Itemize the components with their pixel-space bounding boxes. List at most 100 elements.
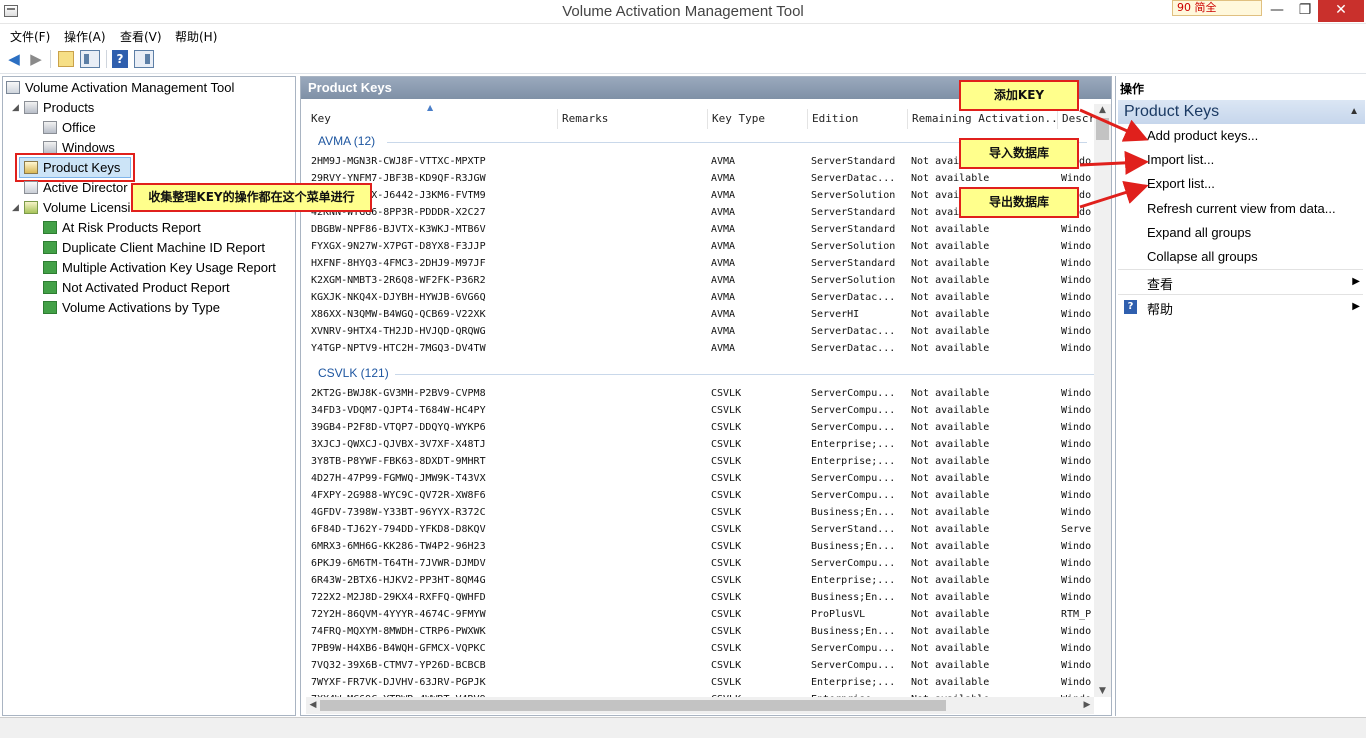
table-cell[interactable]: ServerCompu...: [811, 556, 901, 571]
table-cell[interactable]: 34FD3-VDQM7-QJPT4-T684W-HC4PY: [311, 403, 551, 418]
table-cell[interactable]: 7PB9W-H4XB6-B4WQH-GFMCX-VQPKC: [311, 641, 551, 656]
action-view-menu[interactable]: 查看: [1147, 274, 1173, 293]
table-cell[interactable]: ServerCompu...: [811, 386, 901, 401]
table-cell[interactable]: ServerCompu...: [811, 403, 901, 418]
menu-help[interactable]: 帮助(H): [175, 28, 217, 45]
table-cell[interactable]: CSVLK: [711, 488, 801, 503]
table-cell[interactable]: AVMA: [711, 171, 801, 186]
table-cell[interactable]: Not available: [911, 471, 1051, 486]
table-cell[interactable]: 2KT2G-BWJ8K-GV3MH-P2BV9-CVPM8: [311, 386, 551, 401]
table-cell[interactable]: ServerDatac...: [811, 324, 901, 339]
table-cell[interactable]: ServerStand...: [811, 522, 901, 537]
table-cell[interactable]: [561, 188, 701, 203]
table-cell[interactable]: Windo: [1061, 573, 1095, 588]
table-cell[interactable]: Enterprise;...: [811, 454, 901, 469]
table-cell[interactable]: 6R43W-2BTX6-HJKV2-PP3HT-8QM4G: [311, 573, 551, 588]
table-cell[interactable]: Windo: [1061, 273, 1095, 288]
table-cell[interactable]: [561, 454, 701, 469]
table-cell[interactable]: ServerSolution: [811, 239, 901, 254]
table-cell[interactable]: Windo: [1061, 675, 1095, 690]
table-cell[interactable]: 7VQ32-39X6B-CTMV7-YP26D-BCBCB: [311, 658, 551, 673]
table-cell[interactable]: ServerCompu...: [811, 488, 901, 503]
table-cell[interactable]: [561, 290, 701, 305]
action-collapse-all-groups[interactable]: Collapse all groups: [1147, 249, 1258, 264]
action-add-product-keys[interactable]: Add product keys...: [1147, 128, 1258, 143]
table-cell[interactable]: [561, 624, 701, 639]
table-cell[interactable]: ServerCompu...: [811, 658, 901, 673]
table-cell[interactable]: Windo: [1061, 556, 1095, 571]
table-cell[interactable]: Not available: [911, 239, 1051, 254]
table-cell[interactable]: ServerStandard: [811, 256, 901, 271]
table-cell[interactable]: 39GB4-P2F8D-VTQP7-DDQYQ-WYKP6: [311, 420, 551, 435]
table-cell[interactable]: AVMA: [711, 324, 801, 339]
table-cell[interactable]: Windo: [1061, 222, 1095, 237]
group-header[interactable]: CSVLK (121): [318, 366, 389, 380]
table-cell[interactable]: ServerStandard: [811, 205, 901, 220]
table-cell[interactable]: Windo: [1061, 341, 1095, 356]
table-cell[interactable]: ServerSolution: [811, 273, 901, 288]
scroll-right-icon[interactable]: ▶: [1080, 697, 1094, 714]
table-cell[interactable]: AVMA: [711, 188, 801, 203]
table-cell[interactable]: [561, 341, 701, 356]
table-cell[interactable]: [561, 590, 701, 605]
table-cell[interactable]: AVMA: [711, 154, 801, 169]
table-cell[interactable]: DBGBW-NPF86-BJVTX-K3WKJ-MTB6V: [311, 222, 551, 237]
column-header-key-type[interactable]: Key Type: [707, 109, 807, 129]
table-cell[interactable]: AVMA: [711, 222, 801, 237]
table-cell[interactable]: Windo: [1061, 437, 1095, 452]
table-cell[interactable]: CSVLK: [711, 573, 801, 588]
table-cell[interactable]: XVNRV-9HTX4-TH2JD-HVJQD-QRQWG: [311, 324, 551, 339]
back-arrow-icon[interactable]: ◀: [4, 50, 24, 68]
table-cell[interactable]: Not available: [911, 573, 1051, 588]
table-cell[interactable]: [561, 539, 701, 554]
table-cell[interactable]: Not available: [911, 171, 1051, 186]
table-cell[interactable]: ServerCompu...: [811, 471, 901, 486]
table-cell[interactable]: CSVLK: [711, 386, 801, 401]
minimize-button[interactable]: —: [1262, 0, 1292, 22]
action-expand-all-groups[interactable]: Expand all groups: [1147, 225, 1251, 240]
table-cell[interactable]: [561, 154, 701, 169]
table-cell[interactable]: 4GFDV-7398W-Y33BT-96YYX-R372C: [311, 505, 551, 520]
table-cell[interactable]: ServerSolution: [811, 188, 901, 203]
scroll-up-icon[interactable]: ▲: [1094, 105, 1111, 115]
table-cell[interactable]: 74FRQ-MQXYM-8MWDH-CTRP6-PWXWK: [311, 624, 551, 639]
table-cell[interactable]: ServerHI: [811, 307, 901, 322]
table-cell[interactable]: Not available: [911, 607, 1051, 622]
table-cell[interactable]: Not available: [911, 437, 1051, 452]
table-cell[interactable]: [561, 420, 701, 435]
scroll-thumb[interactable]: [1096, 118, 1109, 140]
table-cell[interactable]: Y4TGP-NPTV9-HTC2H-7MGQ3-DV4TW: [311, 341, 551, 356]
tree-root[interactable]: Volume Activation Management Tool: [6, 78, 234, 98]
table-cell[interactable]: Business;En...: [811, 624, 901, 639]
show-action-pane-icon[interactable]: [134, 50, 154, 68]
table-cell[interactable]: Windo: [1061, 505, 1095, 520]
action-import-list[interactable]: Import list...: [1147, 152, 1214, 167]
close-button[interactable]: ✕: [1318, 0, 1364, 22]
table-cell[interactable]: K2XGM-NMBT3-2R6Q8-WF2FK-P36R2: [311, 273, 551, 288]
scroll-thumb[interactable]: [320, 700, 946, 711]
table-cell[interactable]: Windo: [1061, 324, 1095, 339]
action-export-list[interactable]: Export list...: [1147, 176, 1215, 191]
menu-action[interactable]: 操作(A): [64, 28, 106, 45]
tree-item-volume-licensing[interactable]: Volume Licensi: [24, 198, 130, 218]
table-cell[interactable]: Windo: [1061, 488, 1095, 503]
table-cell[interactable]: CSVLK: [711, 607, 801, 622]
expand-arrow-icon[interactable]: ◢: [12, 103, 19, 113]
column-header-edition[interactable]: Edition: [807, 109, 907, 129]
tree-item-office[interactable]: Office: [43, 118, 96, 138]
column-header-description[interactable]: Descr: [1057, 109, 1095, 129]
table-cell[interactable]: Not available: [911, 522, 1051, 537]
table-cell[interactable]: Not available: [911, 454, 1051, 469]
table-cell[interactable]: 6F84D-TJ62Y-794DD-YFKD8-D8KQV: [311, 522, 551, 537]
table-cell[interactable]: Not available: [911, 556, 1051, 571]
group-header[interactable]: AVMA (12): [318, 134, 375, 148]
table-cell[interactable]: X86XX-N3QMW-B4WGQ-QCB69-V22XK: [311, 307, 551, 322]
table-cell[interactable]: ServerCompu...: [811, 420, 901, 435]
table-cell[interactable]: Not available: [911, 539, 1051, 554]
table-cell[interactable]: ServerDatac...: [811, 290, 901, 305]
table-cell[interactable]: Not available: [911, 624, 1051, 639]
table-cell[interactable]: Not available: [911, 675, 1051, 690]
table-cell[interactable]: Windo: [1061, 454, 1095, 469]
table-cell[interactable]: CSVLK: [711, 658, 801, 673]
table-cell[interactable]: [561, 488, 701, 503]
